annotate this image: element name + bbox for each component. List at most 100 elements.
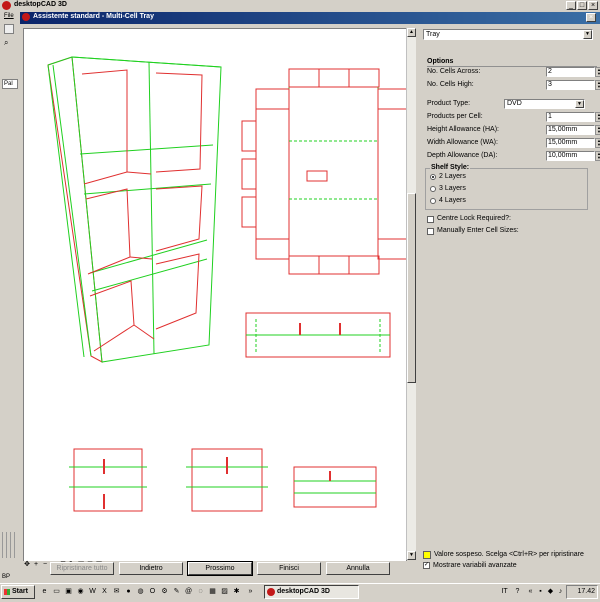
menu-file[interactable]: File	[4, 13, 14, 19]
quicklaunch-opera-icon[interactable]: O	[148, 587, 157, 596]
minimize-button[interactable]: _	[566, 1, 576, 10]
products-per-cell-field[interactable]: 1	[546, 112, 595, 122]
tray-arrows-icon[interactable]: «	[526, 587, 535, 596]
quicklaunch-ie-icon[interactable]: e	[40, 587, 49, 596]
manual-sizes-checkbox[interactable]	[427, 228, 434, 235]
shelf-4-layers-radio[interactable]	[430, 198, 436, 204]
depth-allowance-spinner[interactable]: ▲ ▼	[595, 151, 600, 161]
centre-lock-label: Centre Lock Required?:	[437, 215, 511, 222]
tray-volume-icon[interactable]: ♪	[556, 587, 565, 596]
width-allowance-field[interactable]: 15,00mm	[546, 138, 595, 148]
back-button[interactable]: Indietro	[119, 562, 183, 575]
shelf-style-heading: Shelf Style:	[430, 164, 471, 171]
shelf-piece-2	[186, 448, 268, 512]
product-type-select[interactable]: DVD ▼	[504, 99, 585, 109]
dialog-title: Assistente standard - Multi-Cell Tray	[33, 13, 154, 20]
cells-high-field[interactable]: 3	[546, 80, 595, 90]
quicklaunch-more-icon[interactable]: »	[246, 587, 255, 596]
manual-sizes-label: Manually Enter Cell Sizes:	[437, 227, 519, 234]
chevron-down-icon[interactable]: ▼	[583, 30, 592, 39]
width-allowance-spinner[interactable]: ▲ ▼	[595, 138, 600, 148]
shelf-3-layers-label: 3 Layers	[439, 185, 466, 192]
palette-tab[interactable]: Pal	[2, 79, 18, 89]
warning-swatch	[423, 551, 431, 559]
centre-lock-checkbox[interactable]	[427, 216, 434, 223]
dialog-logo-icon	[22, 13, 30, 21]
quicklaunch-calc-icon[interactable]: ▦	[208, 587, 217, 596]
template-select-value: Tray	[426, 31, 440, 38]
width-allowance-label: Width Allowance (WA):	[427, 139, 498, 146]
tray-antivirus-icon[interactable]: ◆	[546, 587, 555, 596]
quicklaunch-globe-icon[interactable]: ◌	[196, 587, 205, 596]
quicklaunch-word-icon[interactable]: W	[88, 587, 97, 596]
tray-language-icon[interactable]: IT	[500, 587, 509, 596]
quicklaunch-chrome-icon[interactable]: ◍	[136, 587, 145, 596]
tray-flat-layout	[241, 68, 424, 275]
zoom-out-icon[interactable]: −	[41, 561, 49, 569]
quicklaunch-chart-icon[interactable]: ▨	[220, 587, 229, 596]
advanced-vars-label: Mostrare variabili avanzate	[433, 562, 517, 569]
shelf-piece-3	[293, 466, 377, 508]
pan-icon[interactable]: ✥	[23, 561, 31, 569]
cancel-button[interactable]: Annulla	[326, 562, 390, 575]
chevron-down-icon[interactable]: ▼	[575, 100, 584, 108]
options-panel: Tray ▼ Options No. Cells Across: 2 ▲ ▼ No…	[418, 28, 600, 569]
maximize-button[interactable]: □	[577, 1, 587, 10]
quicklaunch-gear-icon[interactable]: ✱	[232, 587, 241, 596]
shelf-2-layers-label: 2 Layers	[439, 173, 466, 180]
wizard-dialog: Assistente standard - Multi-Cell Tray ×	[20, 12, 600, 579]
start-button[interactable]: Start	[1, 585, 35, 599]
scroll-up-arrow-icon[interactable]: ▲	[407, 28, 416, 37]
height-allowance-spinner[interactable]: ▲ ▼	[595, 125, 600, 135]
options-heading: Options	[427, 58, 454, 65]
shelf-2-layers-radio[interactable]	[430, 174, 436, 180]
tray-help-icon[interactable]: ?	[513, 587, 522, 596]
next-button[interactable]: Prossimo	[187, 561, 253, 576]
cells-across-spinner[interactable]: ▲ ▼	[595, 67, 600, 77]
depth-allowance-label: Depth Allowance (DA):	[427, 152, 498, 159]
depth-allowance-field[interactable]: 10,00mm	[546, 151, 595, 161]
finish-button[interactable]: Finisci	[257, 562, 321, 575]
dialog-close-button[interactable]: ×	[586, 13, 596, 22]
taskbar-clock: 17.42	[566, 585, 598, 599]
quicklaunch-mail-icon[interactable]: @	[184, 587, 193, 596]
products-per-cell-spinner[interactable]: ▲ ▼	[595, 112, 600, 122]
cad-preview[interactable]	[23, 28, 424, 562]
template-select[interactable]: Tray ▼	[423, 29, 593, 40]
tray-drawing	[47, 56, 424, 512]
quicklaunch-outlook-icon[interactable]: ✉	[112, 587, 121, 596]
quicklaunch-media-icon[interactable]: ◉	[76, 587, 85, 596]
taskbar-item-desktopcad[interactable]: desktopCAD 3D	[264, 585, 359, 599]
zoom-icon[interactable]: ⌕	[4, 38, 14, 48]
close-app-button[interactable]: ×	[588, 1, 598, 10]
quicklaunch-excel-icon[interactable]: X	[100, 587, 109, 596]
shelf-3-layers-radio[interactable]	[430, 186, 436, 192]
status-label: BP	[2, 574, 11, 580]
height-allowance-label: Height Allowance (HA):	[427, 126, 499, 133]
advanced-vars-checkbox[interactable]: ✓	[423, 562, 430, 569]
tray-3d-view	[47, 56, 222, 363]
quicklaunch-folder-icon[interactable]: ▭	[52, 587, 61, 596]
shelf-4-layers-label: 4 Layers	[439, 197, 466, 204]
quicklaunch-tools-icon[interactable]: ⚙	[160, 587, 169, 596]
product-type-label: Product Type:	[427, 100, 471, 107]
quicklaunch-desktop-icon[interactable]: ▣	[64, 587, 73, 596]
cells-high-spinner[interactable]: ▲ ▼	[595, 80, 600, 90]
scroll-down-arrow-icon[interactable]: ▼	[407, 551, 416, 560]
shelf-piece-1	[69, 448, 147, 512]
scroll-thumb[interactable]	[407, 193, 416, 383]
ruler-grip	[2, 532, 18, 558]
cells-across-field[interactable]: 2	[546, 67, 595, 77]
zoom-in-icon[interactable]: +	[32, 561, 40, 569]
quicklaunch-paint-icon[interactable]: ✎	[172, 587, 181, 596]
cells-across-label: No. Cells Across:	[427, 68, 481, 75]
app-left-strip: File ⌕ Pal	[0, 12, 20, 576]
preview-scrollbar[interactable]: ▲ ▼	[406, 28, 416, 560]
app-title: desktopCAD 3D	[14, 1, 67, 8]
products-per-cell-label: Products per Cell:	[427, 113, 483, 120]
height-allowance-field[interactable]: 15,00mm	[546, 125, 595, 135]
new-doc-icon[interactable]	[4, 24, 14, 34]
reset-all-button[interactable]: Ripristinare tutto	[50, 562, 114, 575]
tray-network-icon[interactable]: ▪	[536, 587, 545, 596]
quicklaunch-app-icon[interactable]: ●	[124, 587, 133, 596]
